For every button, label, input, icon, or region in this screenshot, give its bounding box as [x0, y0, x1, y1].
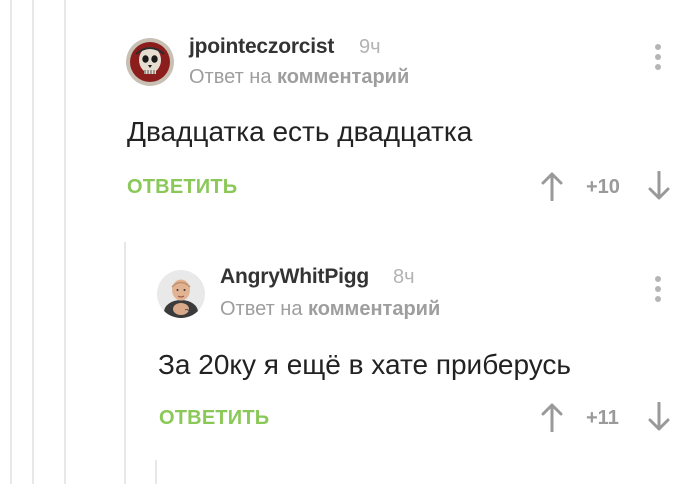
- comment-text: Двадцатка есть двадцатка: [127, 116, 473, 147]
- comment-reply: AngryWhitPigg 8ч Ответ на комментарий За…: [0, 240, 700, 484]
- reply-button[interactable]: ОТВЕТИТЬ: [159, 407, 269, 430]
- timestamp: 9ч: [359, 36, 381, 58]
- reply-button[interactable]: ОТВЕТИТЬ: [127, 176, 237, 199]
- downvote-arrow-icon[interactable]: [647, 170, 671, 201]
- avatar[interactable]: [157, 270, 205, 318]
- comment-text: За 20ку я ещё в хате приберусь: [158, 349, 572, 380]
- reply-context: Ответ на комментарий: [189, 66, 409, 89]
- skull-icon: [126, 38, 174, 86]
- rating-count: +11: [586, 407, 619, 429]
- username[interactable]: jpointeczorcist: [189, 35, 334, 59]
- upvote-arrow-icon[interactable]: [540, 171, 564, 202]
- reply-prefix: Ответ на: [189, 66, 272, 88]
- timestamp: 8ч: [393, 266, 415, 288]
- reply-context: Ответ на комментарий: [220, 298, 440, 321]
- reply-target-link[interactable]: комментарий: [308, 298, 440, 320]
- reply-prefix: Ответ на: [220, 298, 303, 320]
- username[interactable]: AngryWhitPigg: [220, 265, 369, 289]
- more-options-icon[interactable]: [651, 276, 665, 310]
- comment: jpointeczorcist 9ч Ответ на комментарий …: [0, 0, 700, 230]
- downvote-arrow-icon[interactable]: [647, 401, 671, 432]
- upvote-arrow-icon[interactable]: [540, 402, 564, 433]
- user-photo-icon: [157, 270, 205, 318]
- more-options-icon[interactable]: [651, 44, 665, 78]
- rating-count: +10: [586, 176, 620, 198]
- reply-target-link[interactable]: комментарий: [277, 66, 409, 88]
- avatar[interactable]: [126, 38, 174, 86]
